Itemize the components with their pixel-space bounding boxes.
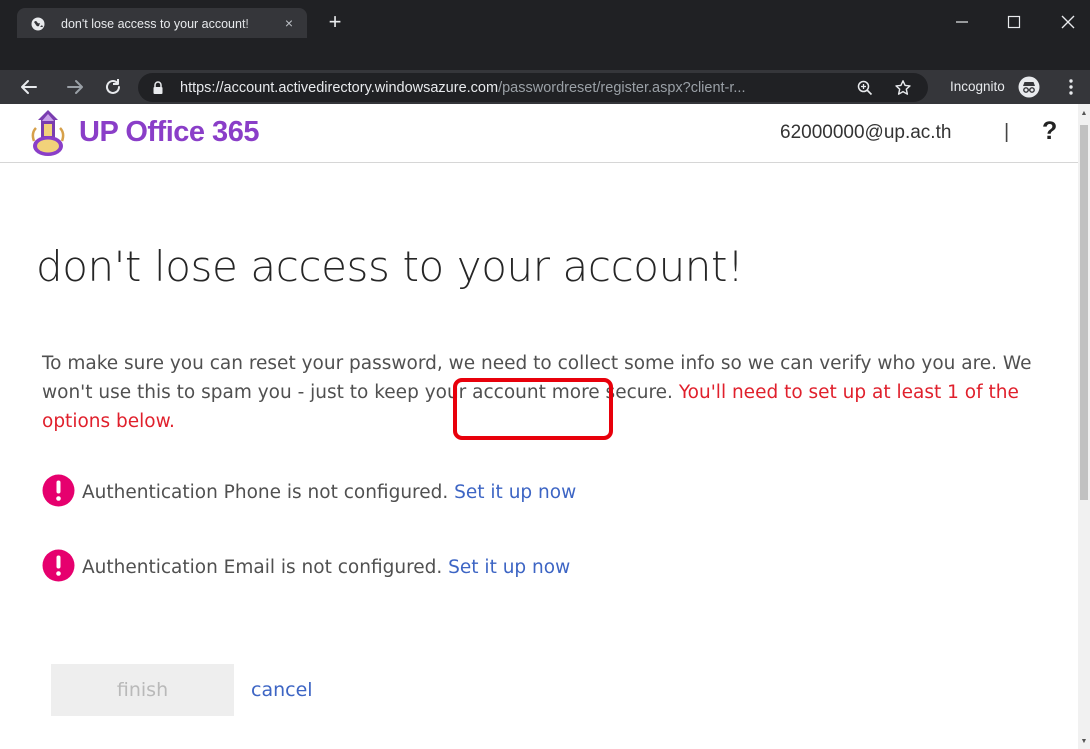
email-status-text: Authentication Email is not configured. …	[82, 557, 570, 578]
finish-button[interactable]: finish	[51, 664, 234, 716]
more-menu-icon[interactable]	[1064, 78, 1078, 96]
browser-tab[interactable]: don't lose access to your account! ×	[17, 8, 307, 38]
page-header: UP Office 365 62000000@up.ac.th | ?	[0, 104, 1078, 163]
tab-title: don't lose access to your account!	[61, 17, 249, 31]
browser-tabbar: don't lose access to your account! × +	[0, 0, 1090, 70]
reload-icon[interactable]	[102, 76, 124, 98]
close-window-icon[interactable]	[1058, 12, 1078, 32]
browser-toolbar: https://account.activedirectory.windowsa…	[0, 70, 1090, 104]
phone-status-row: Authentication Phone is not configured. …	[42, 474, 742, 508]
new-tab-button[interactable]: +	[322, 10, 348, 36]
phone-status-text: Authentication Phone is not configured. …	[82, 482, 576, 503]
url-path: /passwordreset/register.aspx?client-r...	[498, 80, 746, 96]
highlight-annotation	[453, 378, 613, 440]
address-bar[interactable]: https://account.activedirectory.windowsa…	[138, 73, 928, 102]
email-status-label: Authentication Email is not configured.	[82, 557, 443, 578]
email-status-row: Authentication Email is not configured. …	[42, 549, 742, 583]
brand-name: UP Office 365	[79, 116, 259, 148]
minimize-icon[interactable]	[952, 12, 972, 32]
maximize-icon[interactable]	[1004, 12, 1024, 32]
scroll-up-icon[interactable]: ▲	[1080, 110, 1088, 118]
url-text[interactable]: https://account.activedirectory.windowsa…	[180, 79, 746, 97]
phone-status-label: Authentication Phone is not configured.	[82, 482, 449, 503]
email-setup-link[interactable]: Set it up now	[448, 557, 570, 578]
header-separator: |	[1004, 121, 1010, 143]
url-host: https://account.activedirectory.windowsa…	[180, 80, 499, 96]
main-content: don't lose access to your account! To ma…	[0, 163, 1078, 749]
page-title: don't lose access to your account!	[36, 242, 744, 291]
zoom-icon[interactable]	[856, 79, 874, 97]
bookmark-star-icon[interactable]	[894, 79, 912, 97]
lock-icon[interactable]	[152, 81, 164, 94]
help-button[interactable]: ?	[1042, 117, 1057, 146]
exclamation-icon	[42, 549, 75, 582]
cancel-link[interactable]: cancel	[251, 679, 313, 701]
university-seal-logo	[31, 110, 65, 156]
back-arrow-icon[interactable]	[18, 76, 40, 98]
incognito-label[interactable]: Incognito	[950, 78, 1005, 96]
phone-setup-link[interactable]: Set it up now	[454, 482, 576, 503]
exclamation-icon	[42, 474, 75, 507]
forward-arrow-icon[interactable]	[64, 76, 86, 98]
globe-icon	[31, 17, 45, 31]
tab-close-icon[interactable]: ×	[281, 15, 297, 31]
scrollbar-thumb[interactable]	[1080, 125, 1088, 500]
user-email[interactable]: 62000000@up.ac.th	[780, 122, 951, 144]
scroll-down-icon[interactable]: ▼	[1080, 738, 1088, 746]
incognito-icon[interactable]	[1018, 76, 1040, 98]
